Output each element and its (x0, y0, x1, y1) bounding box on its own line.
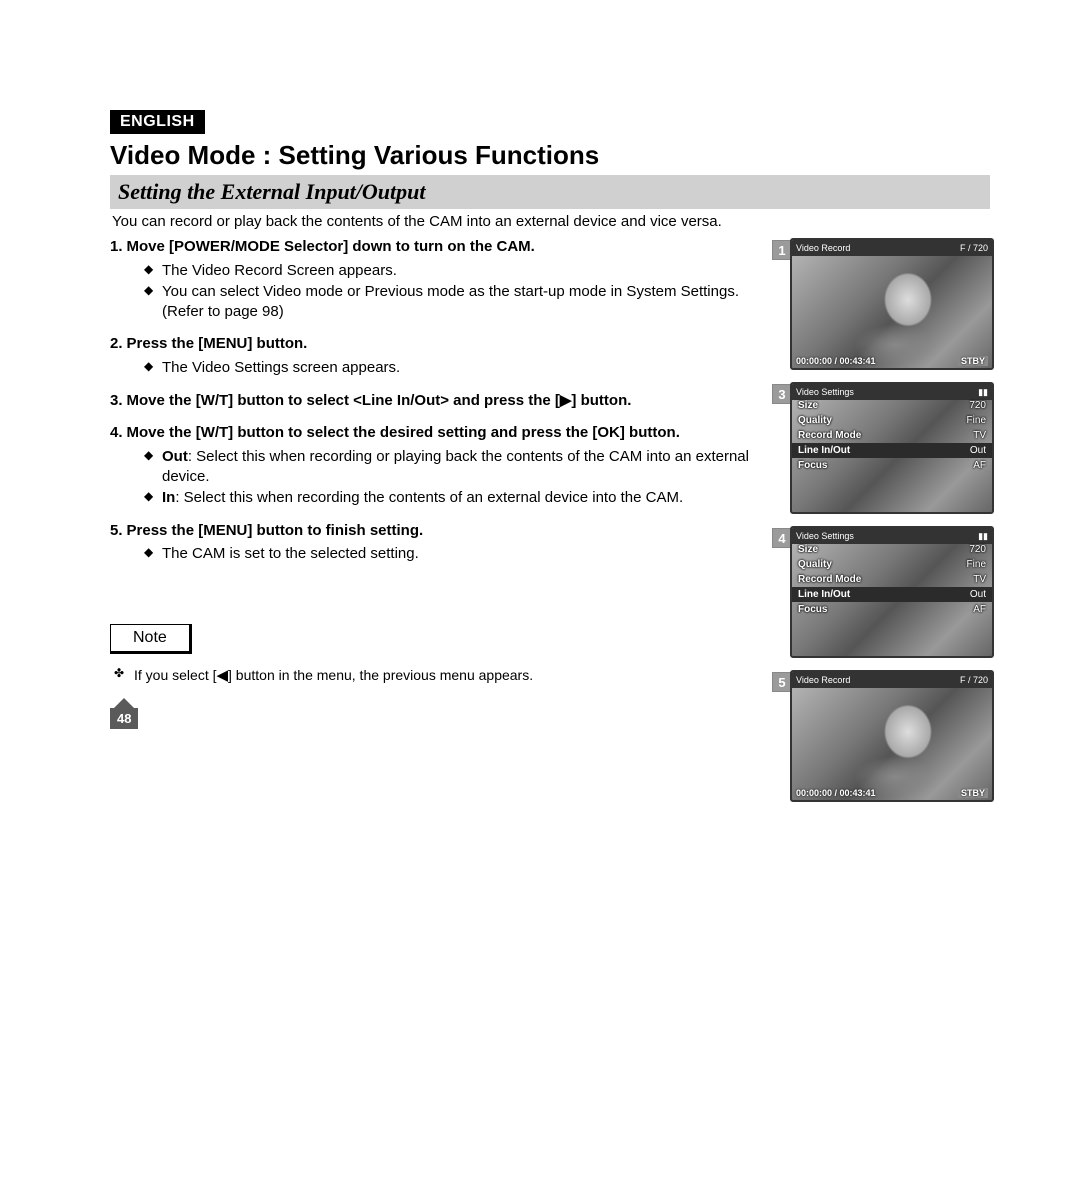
menu-key: Record Mode (798, 430, 861, 441)
menu-key: Line In/Out (798, 445, 850, 456)
menu-row: Record Mode TV (792, 428, 992, 443)
preview-image (792, 254, 992, 368)
step-bullet: You can select Video mode or Previous mo… (144, 282, 772, 321)
menu-val: TV (973, 430, 986, 441)
menu-val: 720 (969, 544, 986, 555)
menu-key: Record Mode (798, 574, 861, 585)
screenshot-number: 5 (772, 672, 792, 692)
menu-row-highlighted: Line In/Out Out (792, 587, 992, 602)
menu-row: Size 720 (792, 398, 992, 413)
step-2: 2.Press the [MENU] button. The Video Set… (110, 335, 772, 377)
screenshots-column: 1 Video Record F / 720 00:00:00 / 00:43:… (790, 238, 990, 814)
option-text: : Select this when recording or playing … (162, 448, 749, 485)
screen-title: Video Settings (796, 531, 854, 541)
menu-val: AF (973, 604, 986, 615)
step-bullet: The Video Settings screen appears. (144, 358, 772, 378)
language-badge: ENGLISH (110, 110, 205, 134)
note-heading: Note (110, 624, 192, 654)
screen-title: Video Record (796, 243, 850, 253)
step-bullet: The CAM is set to the selected setting. (144, 544, 772, 564)
menu-row: Quality Fine (792, 413, 992, 428)
menu-val: 720 (969, 400, 986, 411)
menu-val: Fine (967, 559, 986, 570)
step-number: 3. (110, 392, 123, 409)
screenshot-number: 3 (772, 384, 792, 404)
menu-val: Out (970, 589, 986, 600)
right-arrow-icon: ▶ (560, 392, 572, 411)
screenshot-3: 3 Video Settings ▮▮ Size720 QualityFine … (790, 382, 990, 514)
screenshot-4: 4 Video Settings ▮▮ Size720 QualityFine … (790, 526, 990, 658)
menu-key: Focus (798, 604, 827, 615)
menu-key: Size (798, 400, 818, 411)
screenshot-5: 5 Video Record F / 720 00:00:00 / 00:43:… (790, 670, 990, 802)
screen-badge: F / 720 (960, 675, 988, 685)
screen-title: Video Record (796, 675, 850, 685)
timecode: 00:00:00 / 00:43:41 (796, 788, 876, 798)
step-4: 4.Move the [W/T] button to select the de… (110, 424, 772, 507)
screen-badge: F / 720 (960, 243, 988, 253)
battery-icon: ▮▮ (978, 531, 988, 542)
step-3: 3.Move the [W/T] button to select <Line … (110, 392, 772, 411)
note-item: If you select [◀] button in the menu, th… (114, 666, 772, 684)
status-badge: STBY (958, 356, 988, 366)
battery-icon: ▮▮ (978, 387, 988, 398)
menu-row: Focus AF (792, 602, 992, 617)
menu-row: Record Mode TV (792, 572, 992, 587)
step-number: 5. (110, 522, 123, 539)
menu-rows: Size 720 Quality Fine Record Mode TV Line I… (792, 542, 992, 617)
intro-text: You can record or play back the contents… (112, 213, 990, 230)
option-text: : Select this when recording the content… (175, 489, 683, 506)
step-bullet: In: Select this when recording the conte… (144, 488, 772, 508)
menu-row: Focus AF (792, 458, 992, 473)
option-label: Out (162, 448, 188, 465)
step-bullet: The Video Record Screen appears. (144, 261, 772, 281)
menu-val: AF (973, 460, 986, 471)
menu-key: Quality (798, 559, 832, 570)
step-number: 4. (110, 424, 123, 441)
step-number: 2. (110, 335, 123, 352)
menu-row-highlighted: Line In/Out Out (792, 443, 992, 458)
section-heading: Setting the External Input/Output (110, 175, 990, 209)
screenshot-number: 1 (772, 240, 792, 260)
menu-key: Quality (798, 415, 832, 426)
step-title: Move the [W/T] button to select the desi… (127, 424, 680, 441)
step-5: 5.Press the [MENU] button to finish sett… (110, 522, 772, 564)
menu-row: Quality Fine (792, 557, 992, 572)
step-title-pre: Move the [W/T] button to select <Line In… (127, 392, 560, 409)
preview-image (792, 686, 992, 800)
status-badge: STBY (958, 788, 988, 798)
menu-val: TV (973, 574, 986, 585)
screenshot-number: 4 (772, 528, 792, 548)
menu-val: Out (970, 445, 986, 456)
menu-key: Focus (798, 460, 827, 471)
menu-key: Line In/Out (798, 589, 850, 600)
step-title: Press the [MENU] button. (127, 335, 308, 352)
left-arrow-icon: ◀ (216, 666, 228, 684)
note-text-post: ] button in the menu, the previous menu … (228, 667, 533, 683)
option-label: In (162, 489, 175, 506)
steps-list: 1.Move [POWER/MODE Selector] down to tur… (110, 238, 772, 564)
step-title-post: ] button. (571, 392, 631, 409)
menu-val: Fine (967, 415, 986, 426)
timecode: 00:00:00 / 00:43:41 (796, 356, 876, 366)
step-title: Press the [MENU] button to finish settin… (127, 522, 424, 539)
screen-title: Video Settings (796, 387, 854, 397)
step-1: 1.Move [POWER/MODE Selector] down to tur… (110, 238, 772, 321)
instructions-column: 1.Move [POWER/MODE Selector] down to tur… (110, 238, 772, 814)
page-number-badge: 48 (110, 708, 138, 729)
screenshot-1: 1 Video Record F / 720 00:00:00 / 00:43:… (790, 238, 990, 370)
step-number: 1. (110, 238, 123, 255)
step-bullet: Out: Select this when recording or playi… (144, 447, 772, 486)
note-text-pre: If you select [ (134, 667, 216, 683)
menu-row: Size 720 (792, 542, 992, 557)
menu-key: Size (798, 544, 818, 555)
menu-rows: Size 720 Quality Fine Record Mode TV Line I… (792, 398, 992, 473)
step-title: Move [POWER/MODE Selector] down to turn … (127, 238, 535, 255)
page-title: Video Mode : Setting Various Functions (110, 140, 990, 171)
